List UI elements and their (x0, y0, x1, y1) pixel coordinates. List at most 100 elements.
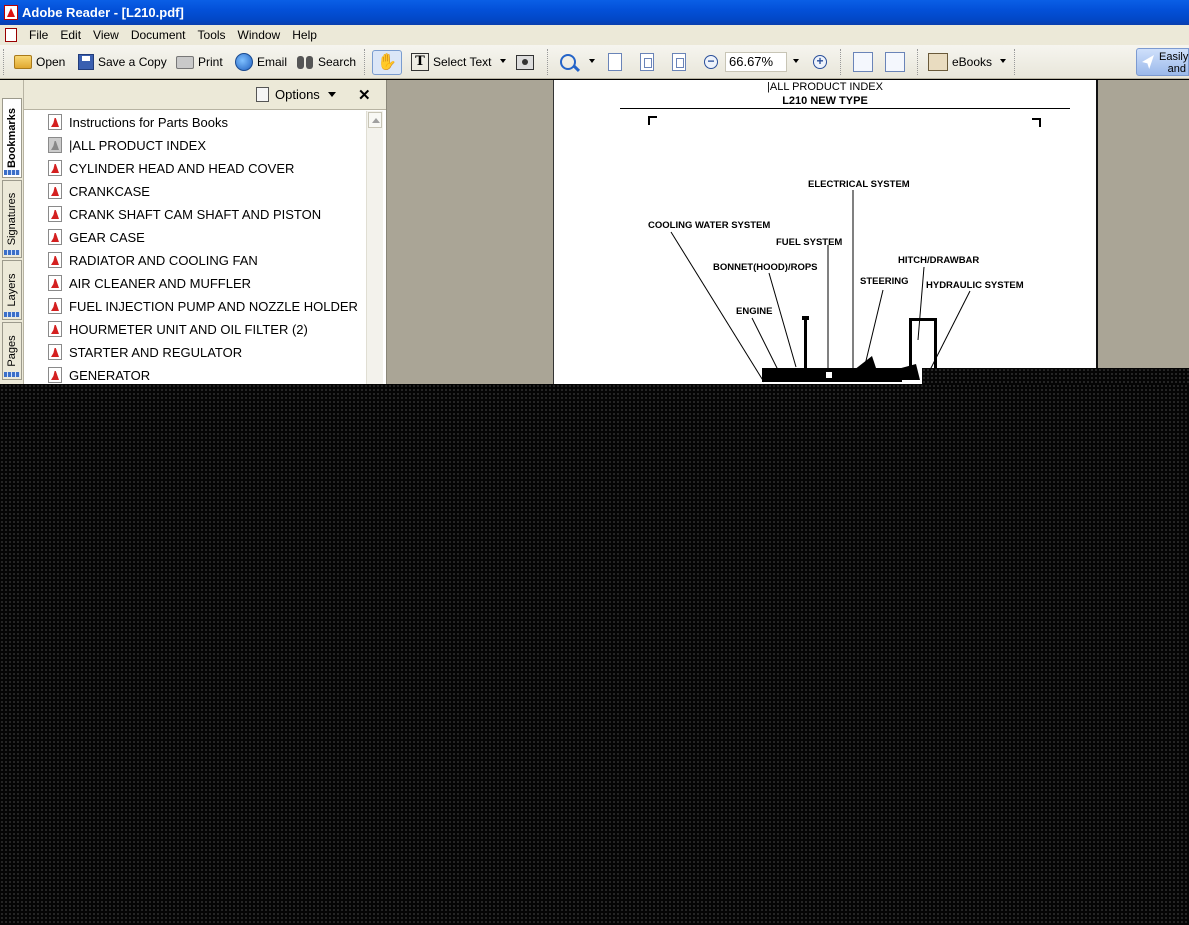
ebook-icon (928, 53, 948, 71)
document-viewport[interactable]: |ALL PRODUCT INDEX L210 NEW TYPE ELECTRI… (386, 80, 1189, 384)
tab-indicator (4, 170, 20, 175)
email-icon (235, 53, 253, 71)
toolbar-separator (917, 49, 921, 75)
print-button[interactable]: Print (176, 50, 223, 74)
toolbar-grip[interactable] (3, 49, 7, 75)
zoom-level-input[interactable]: 66.67% (725, 52, 787, 72)
bookmarks-panel: Options ✕ Instructions for Parts Books |A… (24, 80, 386, 384)
toolbar-separator (840, 49, 844, 75)
pdf-bookmark-icon (48, 275, 62, 291)
label-bonnet-rops: BONNET(HOOD)/ROPS (713, 262, 818, 273)
bookmark-item[interactable]: STARTER AND REGULATOR (48, 342, 242, 362)
toolbar-separator (547, 49, 551, 75)
select-text-button[interactable]: T Select Text (411, 50, 491, 74)
menu-tools[interactable]: Tools (192, 26, 232, 44)
bookmark-label: STARTER AND REGULATOR (69, 344, 243, 360)
rotate-icon (885, 52, 905, 72)
bookmarks-scrollbar[interactable] (366, 111, 383, 384)
tab-indicator (4, 372, 20, 377)
close-panel-button[interactable]: ✕ (358, 86, 371, 104)
pdf-bookmark-icon (48, 344, 62, 360)
easily-promo-button[interactable]: Easily and (1136, 48, 1189, 76)
bookmarks-list: Instructions for Parts Books |ALL PRODUCT… (24, 111, 366, 384)
bookmark-label: FUEL INJECTION PUMP AND NOZZLE HOLDER (69, 298, 358, 314)
actual-size-button[interactable] (608, 50, 626, 74)
bookmark-item[interactable]: AIR CLEANER AND MUFFLER (48, 273, 251, 293)
email-button[interactable]: Email (235, 50, 287, 74)
open-folder-icon (14, 55, 32, 69)
tab-pages[interactable]: Pages (2, 322, 22, 380)
open-button[interactable]: Open (14, 50, 65, 74)
menu-file[interactable]: File (23, 26, 54, 44)
tab-indicator (4, 250, 20, 255)
zoom-tool-dropdown[interactable] (589, 59, 595, 63)
menu-view[interactable]: View (87, 26, 125, 44)
hand-tool-button[interactable]: ✋ (372, 50, 402, 75)
bookmark-item[interactable]: GEAR CASE (48, 227, 145, 247)
pdf-page[interactable]: |ALL PRODUCT INDEX L210 NEW TYPE ELECTRI… (553, 80, 1098, 384)
label-hydraulic-system: HYDRAULIC SYSTEM (926, 280, 1024, 291)
bookmark-item[interactable]: |ALL PRODUCT INDEX (48, 135, 206, 155)
bookmark-item[interactable]: HOURMETER UNIT AND OIL FILTER (2) (48, 319, 308, 339)
easily-label-1: Easily (1159, 51, 1189, 63)
save-copy-button[interactable]: Save a Copy (78, 50, 167, 74)
select-text-label: Select Text (433, 55, 492, 69)
bookmark-item[interactable]: CRANK SHAFT CAM SHAFT AND PISTON (48, 204, 321, 224)
bookmark-label: RADIATOR AND COOLING FAN (69, 252, 258, 268)
zoom-level-dropdown[interactable] (793, 59, 799, 63)
tab-layers[interactable]: Layers (2, 260, 22, 320)
bookmark-label: HOURMETER UNIT AND OIL FILTER (2) (69, 321, 308, 337)
menu-document[interactable]: Document (125, 26, 192, 44)
rotate-cw-button[interactable] (885, 50, 909, 74)
menu-edit[interactable]: Edit (54, 26, 87, 44)
pdf-bookmark-icon (48, 229, 62, 245)
window-title-bar: Adobe Reader - [L210.pdf] (0, 0, 1189, 25)
printer-icon (176, 55, 194, 69)
options-menu-button[interactable]: Options (256, 87, 336, 102)
select-text-dropdown[interactable] (500, 59, 506, 63)
bookmark-item[interactable]: GENERATOR (48, 365, 150, 384)
menu-help[interactable]: Help (286, 26, 323, 44)
ebooks-button[interactable]: eBooks (928, 50, 992, 74)
tab-bookmarks[interactable]: Bookmarks (2, 98, 22, 178)
tractor-silhouette (762, 316, 937, 382)
window-title: Adobe Reader - [L210.pdf] (22, 5, 184, 20)
snapshot-button[interactable] (516, 50, 538, 74)
bookmark-label: GEAR CASE (69, 229, 145, 245)
tab-bookmarks-label: Bookmarks (6, 108, 18, 168)
label-electrical-system: ELECTRICAL SYSTEM (808, 179, 910, 190)
zoom-plus-button[interactable]: + (813, 50, 831, 74)
pdf-bookmark-icon (48, 137, 62, 153)
bookmark-item[interactable]: RADIATOR AND COOLING FAN (48, 250, 258, 270)
document-menu-icon[interactable] (5, 28, 17, 42)
menu-window[interactable]: Window (232, 26, 287, 44)
actual-size-icon (608, 53, 622, 71)
bookmark-item[interactable]: Instructions for Parts Books (48, 112, 228, 132)
bookmark-label: AIR CLEANER AND MUFFLER (69, 275, 252, 291)
fit-width-icon (672, 53, 686, 71)
label-steering: STEERING (860, 276, 909, 287)
main-toolbar: Open Save a Copy Print Email Search ✋ T … (0, 45, 1189, 79)
pdf-bookmark-icon (48, 298, 62, 314)
rotate-ccw-button[interactable] (853, 50, 877, 74)
options-icon (256, 87, 269, 102)
bookmark-label: Instructions for Parts Books (69, 114, 228, 130)
bookmark-item[interactable]: FUEL INJECTION PUMP AND NOZZLE HOLDER (48, 296, 358, 316)
ebooks-dropdown[interactable] (1000, 59, 1006, 63)
zoom-out-button[interactable]: − (704, 50, 722, 74)
pdf-bookmark-icon (48, 183, 62, 199)
tab-signatures[interactable]: Signatures (2, 180, 22, 258)
leader-bonnet (768, 272, 797, 368)
select-text-icon: T (411, 53, 429, 71)
fit-page-button[interactable] (640, 50, 658, 74)
fit-width-button[interactable] (672, 50, 690, 74)
bookmark-item[interactable]: CYLINDER HEAD AND HEAD COVER (48, 158, 294, 178)
bookmark-label: CRANK SHAFT CAM SHAFT AND PISTON (69, 206, 322, 222)
label-hitch-drawbar: HITCH/DRAWBAR (898, 255, 980, 266)
leader-engine (751, 317, 779, 371)
bookmark-item[interactable]: CRANKCASE (48, 181, 150, 201)
scroll-up-arrow[interactable] (368, 112, 382, 128)
search-button[interactable]: Search (296, 50, 356, 74)
zoom-in-tool-button[interactable] (560, 50, 580, 74)
adobe-reader-app-icon (4, 5, 18, 20)
